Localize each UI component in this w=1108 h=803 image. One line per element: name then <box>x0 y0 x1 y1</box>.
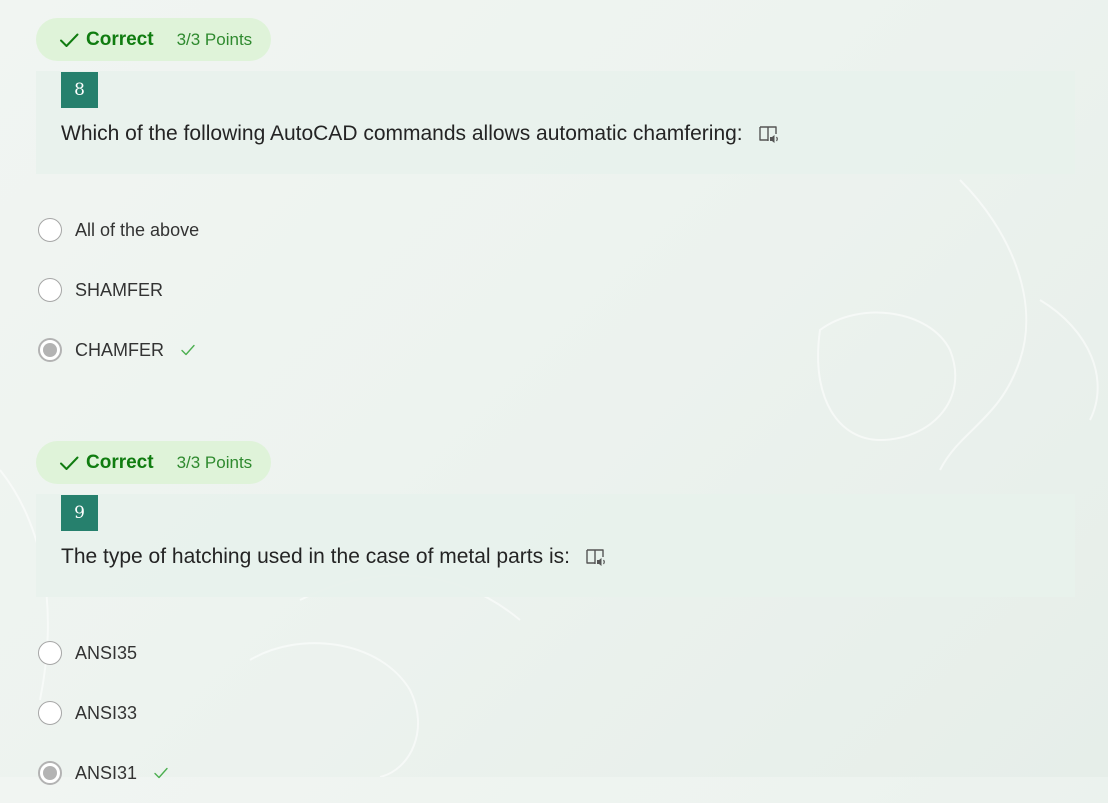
option-label: CHAMFER <box>75 339 164 360</box>
option-label: All of the above <box>75 219 200 240</box>
correct-check-icon <box>181 344 195 356</box>
result-badge: Correct 3/3 Points <box>36 18 272 61</box>
option-label: ANSI33 <box>75 702 138 723</box>
option-all-of-the-above[interactable]: All of the above <box>38 200 1075 260</box>
option-label: ANSI31 <box>75 762 138 783</box>
checkmark-icon <box>60 456 79 470</box>
answer-options: All of the above SHAMFER CHAMFER <box>36 200 1075 380</box>
question-card: 8 Which of the following AutoCAD command… <box>36 71 1075 174</box>
option-ansi31[interactable]: ANSI31 <box>38 743 1075 803</box>
radio-button-selected[interactable] <box>38 338 62 362</box>
question-number: 8 <box>61 72 98 108</box>
checkmark-icon <box>60 33 79 47</box>
result-status: Correct <box>86 28 154 50</box>
radio-button[interactable] <box>38 218 62 242</box>
correct-check-icon <box>154 767 168 779</box>
result-points: 3/3 Points <box>176 29 253 49</box>
question-9: Correct 3/3 Points 9 The type of hatchin… <box>36 441 1075 803</box>
question-number: 9 <box>61 495 98 531</box>
result-points: 3/3 Points <box>176 452 253 472</box>
option-label: SHAMFER <box>75 279 164 300</box>
radio-button[interactable] <box>38 701 62 725</box>
radio-button[interactable] <box>38 641 62 665</box>
question-text: The type of hatching used in the case of… <box>61 545 570 568</box>
question-8: Correct 3/3 Points 8 Which of the follow… <box>36 18 1075 380</box>
result-badge: Correct 3/3 Points <box>36 441 272 484</box>
answer-options: ANSI35 ANSI33 ANSI31 <box>36 623 1075 803</box>
radio-button-selected[interactable] <box>38 761 62 785</box>
option-chamfer[interactable]: CHAMFER <box>38 320 1075 380</box>
option-ansi35[interactable]: ANSI35 <box>38 623 1075 683</box>
question-card: 9 The type of hatching used in the case … <box>36 494 1075 597</box>
immersive-reader-icon[interactable] <box>584 545 608 569</box>
result-status: Correct <box>86 451 154 473</box>
radio-button[interactable] <box>38 278 62 302</box>
option-label: ANSI35 <box>75 642 138 663</box>
question-text: Which of the following AutoCAD commands … <box>61 122 743 145</box>
option-ansi33[interactable]: ANSI33 <box>38 683 1075 743</box>
immersive-reader-icon[interactable] <box>757 122 781 146</box>
option-shamfer[interactable]: SHAMFER <box>38 260 1075 320</box>
